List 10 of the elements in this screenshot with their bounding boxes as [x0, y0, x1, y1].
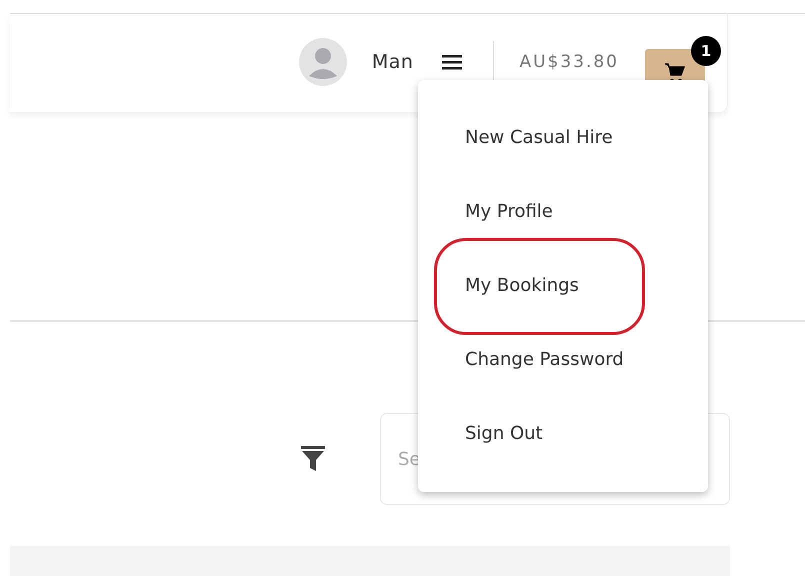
menu-item[interactable]: My Bookings: [465, 269, 579, 303]
cart-count-badge: 1: [691, 36, 721, 66]
menu-item[interactable]: Sign Out: [465, 417, 543, 451]
menu-item[interactable]: Change Password: [465, 343, 624, 377]
user-name[interactable]: Man: [372, 51, 414, 73]
menu-icon[interactable]: [441, 53, 464, 71]
filter-icon[interactable]: [301, 446, 325, 472]
menu-item[interactable]: New Casual Hire: [465, 121, 613, 155]
menu-item[interactable]: My Profile: [465, 195, 553, 229]
balance-amount: AU$33.80: [519, 52, 619, 72]
